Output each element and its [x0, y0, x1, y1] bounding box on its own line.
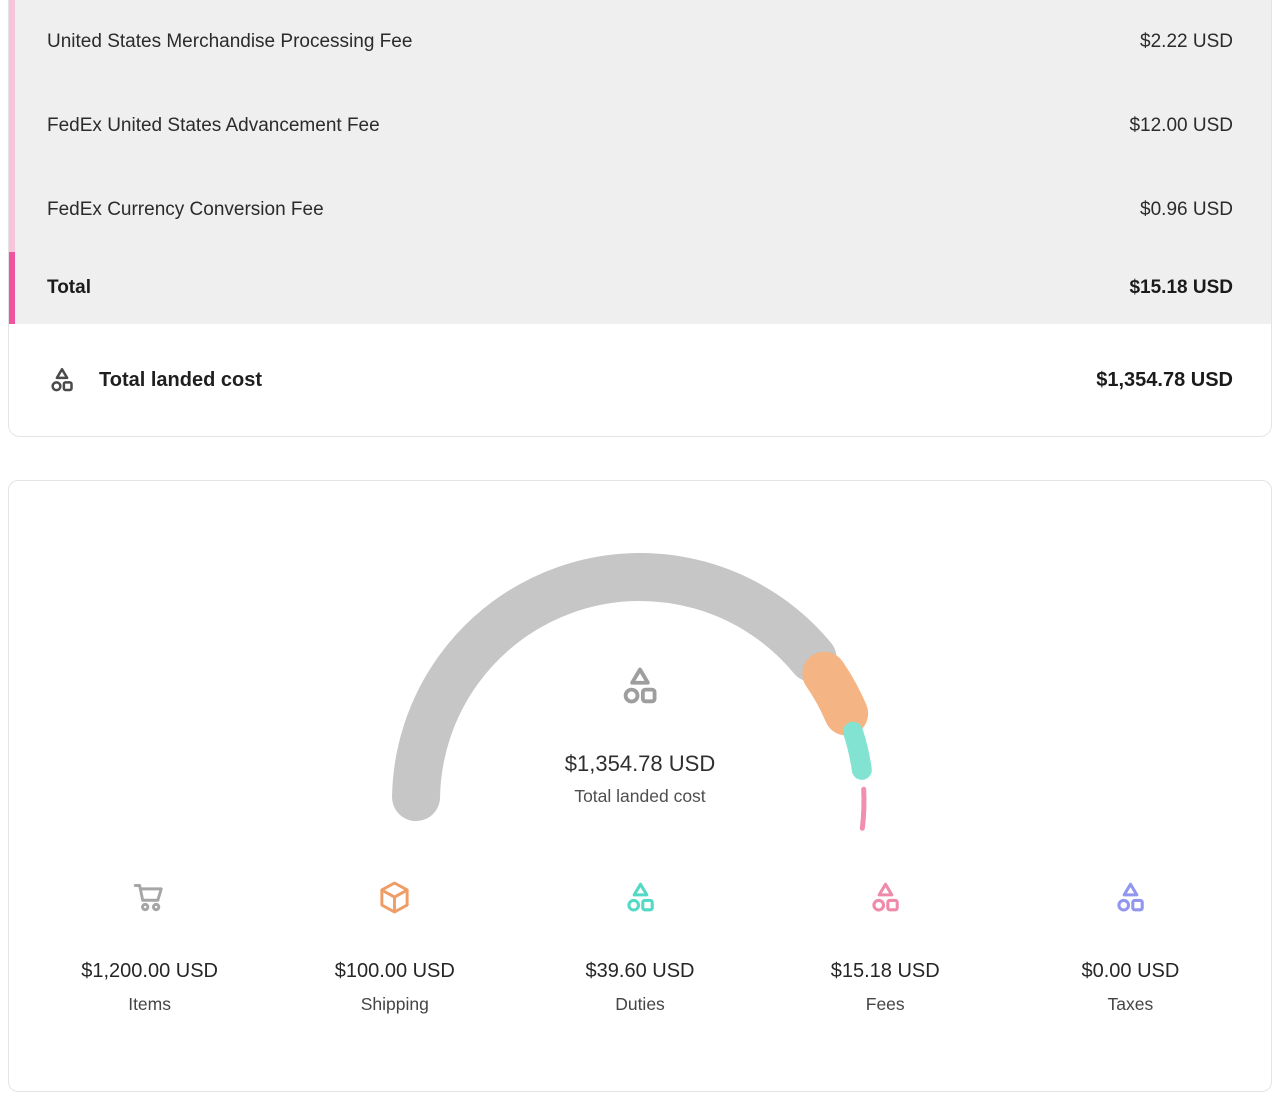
legend-label: Items — [128, 993, 171, 1015]
legend-item-shipping: $100.00 USD Shipping — [272, 877, 517, 1015]
total-landed-cost-row: Total landed cost $1,354.78 USD — [9, 324, 1271, 436]
legend-label: Taxes — [1108, 993, 1154, 1015]
landed-cost-chart-card: $1,354.78 USD Total landed cost $1,200.0… — [8, 480, 1272, 1092]
total-landed-cost-label: Total landed cost — [99, 369, 262, 392]
gauge-segment-items — [416, 577, 813, 797]
gauge-chart: $1,354.78 USD Total landed cost — [380, 541, 900, 841]
gauge-arcs — [380, 541, 900, 841]
legend-amount: $15.18 USD — [831, 959, 940, 983]
legend-amount: $1,200.00 USD — [81, 959, 218, 983]
fee-amount: $0.96 USD — [1140, 199, 1233, 221]
fee-row: FedEx United States Advancement Fee $12.… — [9, 84, 1271, 168]
legend-amount: $39.60 USD — [586, 959, 695, 983]
gauge-segment-fees — [862, 789, 864, 828]
landed-cost-icon — [620, 877, 660, 917]
landed-cost-icon — [47, 365, 77, 395]
fee-breakdown-card: United States Merchandise Processing Fee… — [8, 0, 1272, 437]
landed-cost-icon — [1110, 877, 1150, 917]
fee-label: United States Merchandise Processing Fee — [47, 31, 412, 53]
legend-item-fees: $15.18 USD Fees — [763, 877, 1008, 1015]
fee-label: FedEx Currency Conversion Fee — [47, 199, 324, 221]
legend: $1,200.00 USD Items $100.00 USD Shipping… — [9, 877, 1271, 1015]
fee-total-row: Total $15.18 USD — [9, 252, 1271, 324]
cart-icon — [130, 877, 170, 917]
legend-item-items: $1,200.00 USD Items — [27, 877, 272, 1015]
fee-amount: $12.00 USD — [1129, 115, 1233, 137]
gauge-segment-duties — [853, 732, 862, 770]
fee-row: United States Merchandise Processing Fee… — [9, 0, 1271, 84]
gauge-segment-shipping — [824, 674, 846, 714]
legend-label: Fees — [866, 993, 905, 1015]
fee-amount: $2.22 USD — [1140, 31, 1233, 53]
legend-label: Duties — [615, 993, 665, 1015]
landed-cost-icon — [865, 877, 905, 917]
package-icon — [375, 877, 415, 917]
fee-row: FedEx Currency Conversion Fee $0.96 USD — [9, 168, 1271, 252]
legend-item-taxes: $0.00 USD Taxes — [1008, 877, 1253, 1015]
fee-total-amount: $15.18 USD — [1129, 277, 1233, 299]
legend-item-duties: $39.60 USD Duties — [517, 877, 762, 1015]
total-landed-cost-amount: $1,354.78 USD — [1096, 369, 1233, 392]
legend-label: Shipping — [361, 993, 429, 1015]
legend-amount: $100.00 USD — [335, 959, 455, 983]
fee-label: FedEx United States Advancement Fee — [47, 115, 380, 137]
fee-total-label: Total — [47, 277, 91, 299]
legend-amount: $0.00 USD — [1081, 959, 1179, 983]
